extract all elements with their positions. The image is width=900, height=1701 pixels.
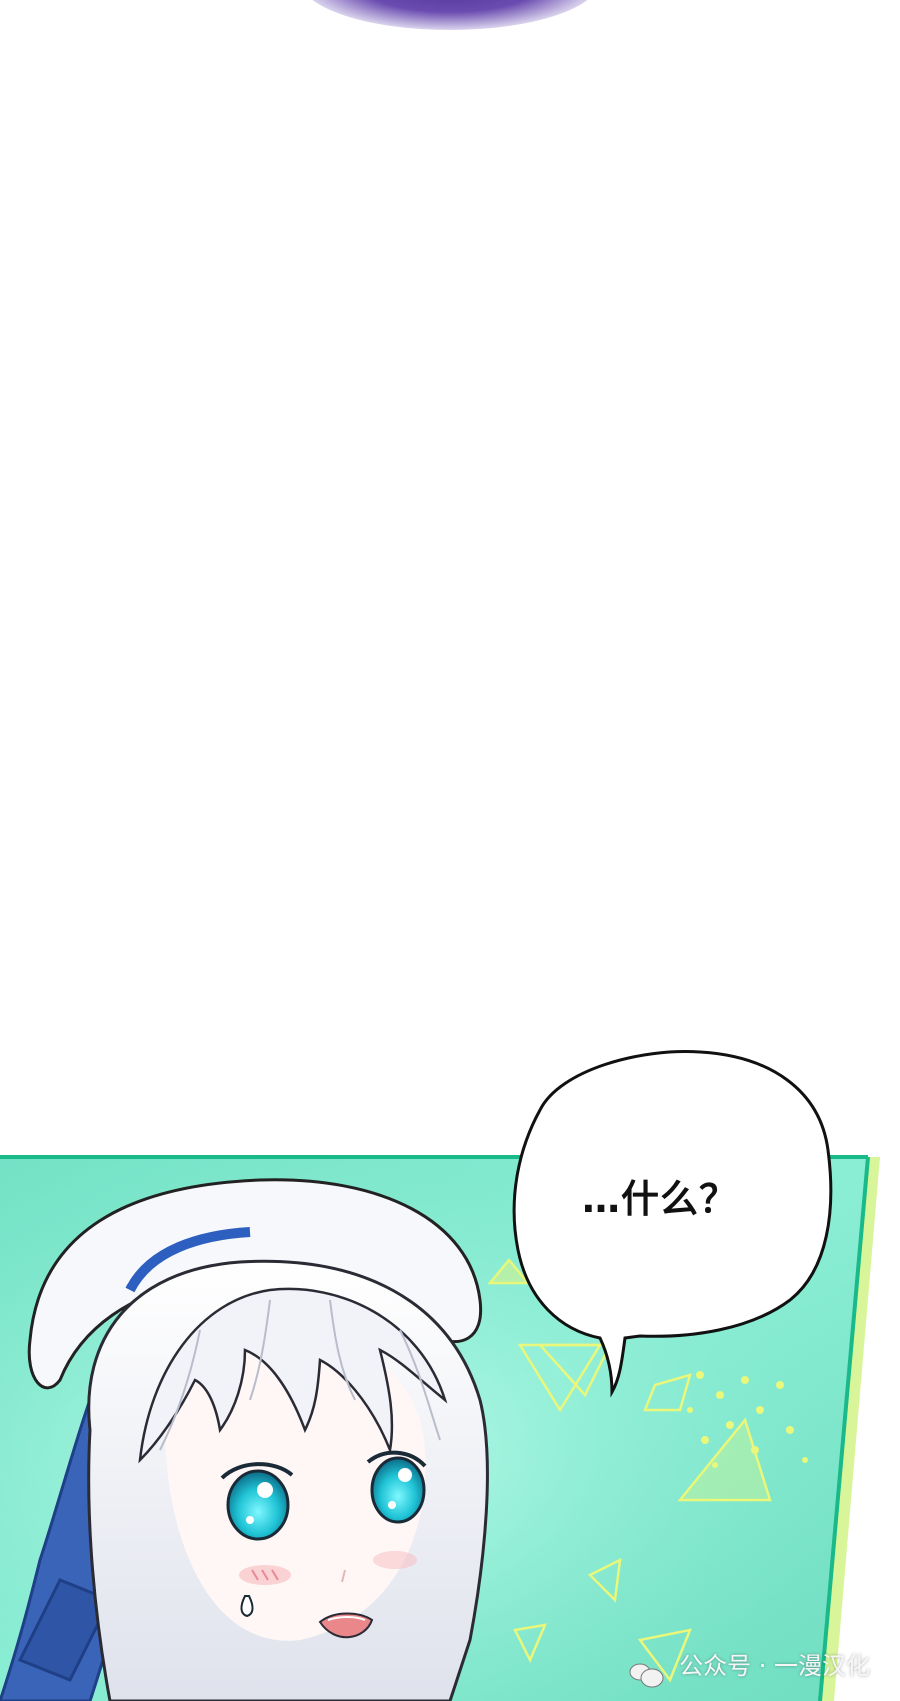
comic-page: …什么？ 公众号 · 一漫汉化 <box>0 0 900 1701</box>
comic-panel-art <box>0 1050 880 1701</box>
wechat-icon <box>637 1651 671 1677</box>
watermark-text: 公众号 · 一漫汉化 <box>679 1652 870 1680</box>
speech-bubble-text: …什么？ <box>581 1177 738 1221</box>
watermark: 公众号 · 一漫汉化 <box>637 1646 870 1681</box>
